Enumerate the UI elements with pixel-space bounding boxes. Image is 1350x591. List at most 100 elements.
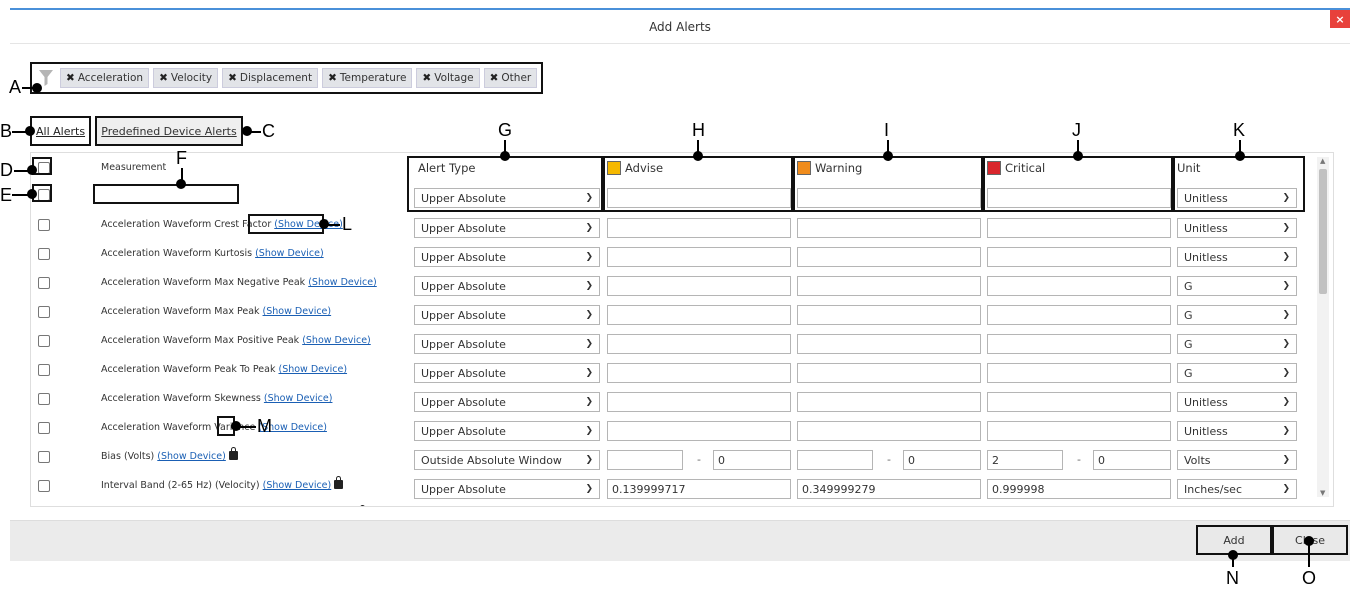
x-icon[interactable]: ✖ <box>422 72 431 84</box>
row-checkbox[interactable] <box>38 422 50 434</box>
warning-input[interactable]: 0.349999279 <box>797 479 981 499</box>
row-checkbox[interactable] <box>38 364 50 376</box>
unit-select[interactable]: Unitless ❯ <box>1177 421 1297 441</box>
advise-input[interactable]: 0.139999717 <box>607 479 791 499</box>
critical-high-input[interactable]: 0 <box>1093 450 1171 470</box>
show-device-link[interactable]: (Show Device) <box>264 393 333 404</box>
measurement-cell: Acceleration Waveform Peak To Peak (Show… <box>101 364 347 375</box>
unit-select[interactable]: G ❯ <box>1177 305 1297 325</box>
chevron-down-icon: ❯ <box>1282 455 1290 465</box>
alert-type-select[interactable]: Upper Absolute ❯ <box>414 276 600 296</box>
show-device-link[interactable]: (Show Device) <box>263 480 332 491</box>
warning-input[interactable] <box>797 392 981 412</box>
alert-type-select[interactable]: Upper Absolute ❯ <box>414 334 600 354</box>
unit-select[interactable]: Unitless ❯ <box>1177 247 1297 267</box>
row-checkbox[interactable] <box>38 219 50 231</box>
advise-low-input[interactable] <box>607 450 683 470</box>
alert-type-select[interactable]: Upper Absolute ❯ <box>414 305 600 325</box>
x-icon[interactable]: ✖ <box>159 72 168 84</box>
row-checkbox[interactable] <box>38 335 50 347</box>
chevron-down-icon: ❯ <box>1282 281 1290 291</box>
warning-input[interactable] <box>797 421 981 441</box>
row-checkbox[interactable] <box>38 306 50 318</box>
advise-input[interactable] <box>607 334 791 354</box>
x-icon[interactable]: ✖ <box>66 72 75 84</box>
show-device-link[interactable]: (Show Device) <box>255 248 324 259</box>
critical-input[interactable] <box>987 334 1171 354</box>
filter-chip-velocity[interactable]: ✖ Velocity <box>153 68 219 88</box>
critical-input[interactable]: 0.999998 <box>987 479 1171 499</box>
callout-dot-f <box>176 179 186 189</box>
alert-type-select[interactable]: Upper Absolute ❯ <box>414 218 600 238</box>
row-checkbox[interactable] <box>38 248 50 260</box>
filter-chip-label: Voltage <box>434 72 474 84</box>
filter-chip-voltage[interactable]: ✖ Voltage <box>416 68 480 88</box>
advise-input[interactable] <box>607 218 791 238</box>
critical-input[interactable] <box>987 218 1171 238</box>
close-icon[interactable]: × <box>1330 10 1350 28</box>
show-device-link[interactable]: (Show Device) <box>302 335 371 346</box>
show-device-link[interactable]: (Show Device) <box>263 306 332 317</box>
x-icon[interactable]: ✖ <box>228 72 237 84</box>
tab-all-alerts[interactable]: All Alerts <box>30 116 92 146</box>
show-device-link[interactable]: (Show Device) <box>157 451 226 462</box>
alert-type-select[interactable]: Upper Absolute ❯ <box>414 479 600 499</box>
unit-select[interactable]: G ❯ <box>1177 363 1297 383</box>
critical-input[interactable] <box>987 363 1171 383</box>
warning-low-input[interactable] <box>797 450 873 470</box>
show-device-link[interactable]: (Show Device) <box>278 364 347 375</box>
row-checkbox[interactable] <box>38 480 50 492</box>
filter-chip-acceleration[interactable]: ✖ Acceleration <box>60 68 150 88</box>
unit-select[interactable]: G ❯ <box>1177 334 1297 354</box>
unit-select[interactable]: Unitless ❯ <box>1177 392 1297 412</box>
unit-select-value: G <box>1184 308 1193 322</box>
scrollbar-thumb[interactable] <box>1319 169 1327 294</box>
advise-input[interactable] <box>607 247 791 267</box>
alert-type-select[interactable]: Upper Absolute ❯ <box>414 247 600 267</box>
critical-low-input[interactable]: 2 <box>987 450 1063 470</box>
measurement-cell: Interval Band (2-65 Hz) (Velocity) (Show… <box>101 476 344 491</box>
warning-input[interactable] <box>797 247 981 267</box>
critical-input[interactable] <box>987 247 1171 267</box>
vertical-scrollbar[interactable]: ▲ ▼ <box>1317 157 1329 497</box>
filter-chip-label: Velocity <box>170 72 213 84</box>
unit-select[interactable]: Volts ❯ <box>1177 450 1297 470</box>
show-device-link[interactable]: (Show Device) <box>308 277 377 288</box>
row-checkbox[interactable] <box>38 451 50 463</box>
warning-input[interactable] <box>797 276 981 296</box>
filter-chip-temperature[interactable]: ✖ Temperature <box>322 68 413 88</box>
measurement-name: Acceleration Waveform Crest Factor <box>101 219 272 230</box>
tab-predefined-device-alerts[interactable]: Predefined Device Alerts <box>95 116 243 146</box>
advise-input[interactable] <box>607 363 791 383</box>
row-checkbox[interactable] <box>38 393 50 405</box>
alert-type-select-value: Upper Absolute <box>421 366 506 380</box>
warning-input[interactable] <box>797 305 981 325</box>
alert-type-select[interactable]: Upper Absolute ❯ <box>414 392 600 412</box>
critical-input[interactable] <box>987 421 1171 441</box>
warning-high-input[interactable]: 0 <box>903 450 981 470</box>
advise-input[interactable] <box>607 276 791 296</box>
warning-input[interactable] <box>797 218 981 238</box>
alert-type-select[interactable]: Outside Absolute Window ❯ <box>414 450 600 470</box>
critical-input[interactable] <box>987 305 1171 325</box>
row-checkbox[interactable] <box>38 277 50 289</box>
warning-input[interactable] <box>797 363 981 383</box>
unit-select[interactable]: Unitless ❯ <box>1177 218 1297 238</box>
unit-select[interactable]: G ❯ <box>1177 276 1297 296</box>
filter-chip-displacement[interactable]: ✖ Displacement <box>222 68 319 88</box>
warning-input[interactable] <box>797 334 981 354</box>
scroll-down-icon[interactable]: ▼ <box>1320 489 1325 497</box>
alert-type-select[interactable]: Upper Absolute ❯ <box>414 421 600 441</box>
critical-input[interactable] <box>987 392 1171 412</box>
filter-chip-other[interactable]: ✖ Other <box>483 68 538 88</box>
unit-select[interactable]: Inches/sec ❯ <box>1177 479 1297 499</box>
x-icon[interactable]: ✖ <box>328 72 337 84</box>
critical-input[interactable] <box>987 276 1171 296</box>
alert-type-select[interactable]: Upper Absolute ❯ <box>414 363 600 383</box>
scroll-up-icon[interactable]: ▲ <box>1320 157 1325 165</box>
advise-input[interactable] <box>607 305 791 325</box>
advise-input[interactable] <box>607 392 791 412</box>
advise-input[interactable] <box>607 421 791 441</box>
x-icon[interactable]: ✖ <box>490 72 499 84</box>
advise-high-input[interactable]: 0 <box>713 450 791 470</box>
